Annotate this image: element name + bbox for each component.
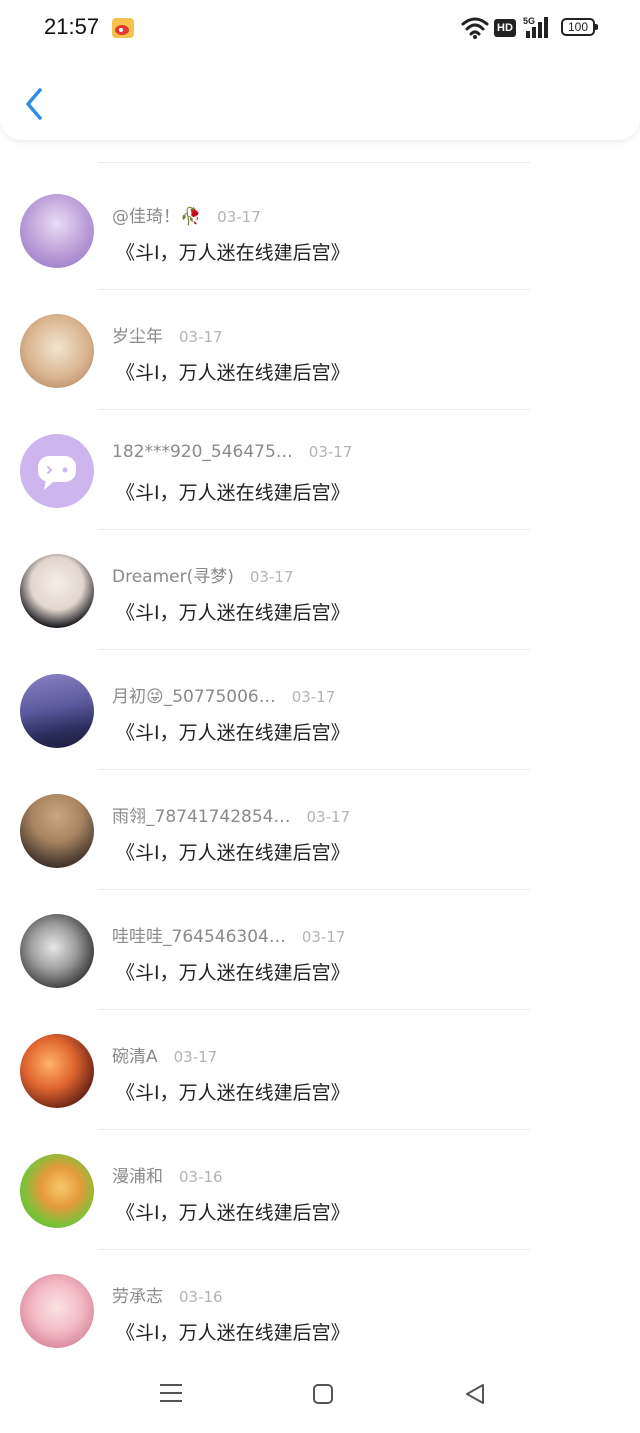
avatar[interactable] bbox=[20, 314, 94, 388]
list-item[interactable]: 哇哇哇_764546304… 03-17 《斗I，万人迷在线建后宫》 bbox=[0, 890, 640, 1010]
username[interactable]: 182***920_546475… bbox=[112, 442, 293, 462]
list-item[interactable]: 劳承志 03-16 《斗I，万人迷在线建后宫》 bbox=[0, 1250, 640, 1370]
comment-meta: 182***920_546475… 03-17 bbox=[112, 442, 352, 472]
list-item[interactable]: 岁尘年 03-17 《斗I，万人迷在线建后宫》 bbox=[0, 290, 640, 410]
hd-badge: HD bbox=[494, 19, 516, 37]
username[interactable]: 雨翎_78741742854… bbox=[112, 802, 290, 827]
comment-meta: 月初😜_50775006… 03-17 bbox=[112, 682, 335, 712]
username[interactable]: 劳承志 bbox=[112, 1282, 163, 1307]
list-item[interactable]: 雨翎_78741742854… 03-17 《斗I，万人迷在线建后宫》 bbox=[0, 770, 640, 890]
avatar[interactable] bbox=[20, 914, 94, 988]
comment-date: 03-17 bbox=[249, 568, 294, 586]
comment-meta: @佳琦！🥀 03-17 bbox=[112, 202, 261, 232]
list-item[interactable]: 漫浦和 03-16 《斗I，万人迷在线建后宫》 bbox=[0, 1130, 640, 1250]
divider bbox=[98, 162, 530, 163]
avatar[interactable] bbox=[20, 554, 94, 628]
username[interactable]: 漫浦和 bbox=[112, 1162, 163, 1187]
system-nav-bar bbox=[0, 1360, 640, 1433]
list-item[interactable]: Dreamer(寻梦) 03-17 《斗I，万人迷在线建后宫》 bbox=[0, 530, 640, 650]
comment-text: 《斗I，万人迷在线建后宫》 bbox=[116, 482, 350, 504]
comment-meta: 雨翎_78741742854… 03-17 bbox=[112, 802, 350, 832]
username[interactable]: Dreamer(寻梦) bbox=[112, 562, 234, 587]
weibo-notification-icon bbox=[112, 18, 134, 38]
username[interactable]: 碗清A bbox=[112, 1042, 158, 1067]
menu-icon[interactable] bbox=[158, 1382, 184, 1404]
network-label: 5G bbox=[523, 16, 535, 26]
comment-date: 03-17 bbox=[173, 1048, 218, 1066]
comment-date: 03-16 bbox=[179, 1288, 223, 1306]
comment-text: 《斗I，万人迷在线建后宫》 bbox=[116, 362, 350, 384]
status-time: 21:57 bbox=[44, 14, 100, 39]
username[interactable]: @佳琦！🥀 bbox=[112, 202, 201, 227]
comment-date: 03-17 bbox=[306, 808, 351, 826]
avatar[interactable] bbox=[20, 1154, 94, 1228]
avatar[interactable] bbox=[20, 1034, 94, 1108]
list-item[interactable]: 月初😜_50775006… 03-17 《斗I，万人迷在线建后宫》 bbox=[0, 650, 640, 770]
list-item[interactable]: 182***920_546475… 03-17 《斗I，万人迷在线建后宫》 bbox=[0, 410, 640, 530]
avatar[interactable] bbox=[20, 194, 94, 268]
username[interactable]: 月初😜_50775006… bbox=[112, 682, 276, 707]
comment-date: 03-17 bbox=[301, 928, 346, 946]
comment-meta: 漫浦和 03-16 bbox=[112, 1162, 223, 1192]
comment-date: 03-17 bbox=[291, 688, 336, 706]
comment-date: 03-16 bbox=[179, 1168, 223, 1186]
comment-meta: 碗清A 03-17 bbox=[112, 1042, 217, 1072]
list-item[interactable]: 碗清A 03-17 《斗I，万人迷在线建后宫》 bbox=[0, 1010, 640, 1130]
battery-indicator: 100 bbox=[561, 18, 598, 36]
comment-meta: 岁尘年 03-17 bbox=[112, 322, 223, 352]
list-item[interactable]: @佳琦！🥀 03-17 《斗I，万人迷在线建后宫》 bbox=[0, 170, 640, 290]
chat-bubble-icon bbox=[38, 456, 76, 490]
avatar[interactable] bbox=[20, 794, 94, 868]
comment-text: 《斗I，万人迷在线建后宫》 bbox=[116, 962, 350, 984]
comment-text: 《斗I，万人迷在线建后宫》 bbox=[116, 842, 350, 864]
username[interactable]: 哇哇哇_764546304… bbox=[112, 922, 286, 947]
chevron-left-icon[interactable] bbox=[18, 84, 52, 124]
comment-meta: 哇哇哇_764546304… 03-17 bbox=[112, 922, 345, 952]
status-bar: 21:57 HD 5G 100 bbox=[0, 0, 640, 60]
username[interactable]: 岁尘年 bbox=[112, 322, 163, 347]
comment-date: 03-17 bbox=[179, 328, 223, 346]
comment-date: 03-17 bbox=[217, 208, 261, 226]
comment-text: 《斗I，万人迷在线建后宫》 bbox=[116, 722, 350, 744]
signal-5g-icon: 5G bbox=[523, 16, 548, 38]
avatar[interactable] bbox=[20, 434, 94, 508]
wifi-icon bbox=[461, 17, 489, 39]
comment-meta: 劳承志 03-16 bbox=[112, 1282, 223, 1312]
comment-text: 《斗I，万人迷在线建后宫》 bbox=[116, 602, 350, 624]
home-square-icon[interactable] bbox=[312, 1383, 334, 1405]
comment-text: 《斗I，万人迷在线建后宫》 bbox=[116, 242, 350, 264]
comment-date: 03-17 bbox=[308, 443, 353, 461]
avatar[interactable] bbox=[20, 1274, 94, 1348]
comment-text: 《斗I，万人迷在线建后宫》 bbox=[116, 1082, 350, 1104]
avatar[interactable] bbox=[20, 674, 94, 748]
comment-text: 《斗I，万人迷在线建后宫》 bbox=[116, 1322, 350, 1344]
comment-text: 《斗I，万人迷在线建后宫》 bbox=[116, 1202, 350, 1224]
back-triangle-icon[interactable] bbox=[463, 1382, 487, 1406]
comment-meta: Dreamer(寻梦) 03-17 bbox=[112, 562, 293, 592]
